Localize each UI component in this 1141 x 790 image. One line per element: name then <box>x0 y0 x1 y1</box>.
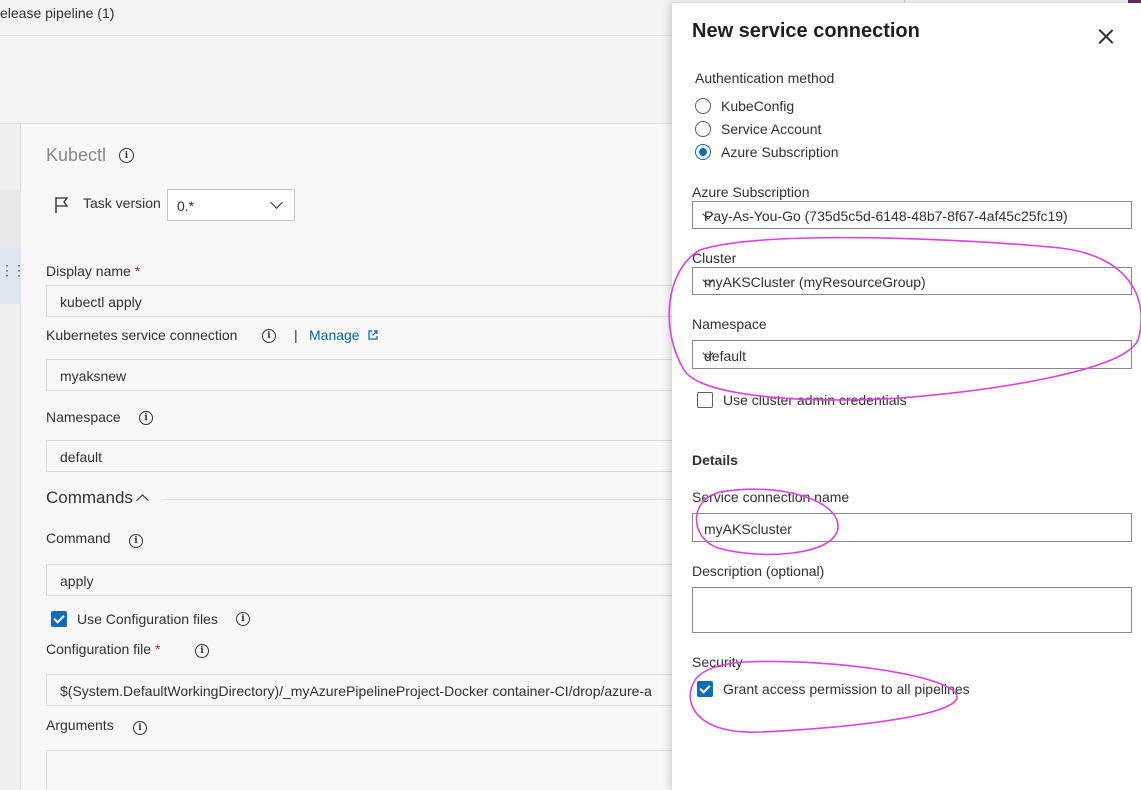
radio-azure-subscription[interactable] <box>695 144 711 160</box>
chevron-down-icon <box>270 196 283 209</box>
task-title: Kubectl <box>46 145 107 165</box>
cluster-value: myAKSCluster (myResourceGroup) <box>704 274 926 290</box>
panel-namespace-label: Namespace <box>692 316 767 332</box>
task-version-label: Task version <box>83 195 161 211</box>
radio-kubeconfig-label[interactable]: KubeConfig <box>721 98 794 114</box>
grant-access-checkbox[interactable] <box>697 681 713 697</box>
divider <box>162 499 682 500</box>
pipeline-header <box>0 36 700 124</box>
separator: | <box>294 327 298 343</box>
radio-service-account-label[interactable]: Service Account <box>721 121 821 137</box>
azure-subscription-select[interactable]: Pay-As-You-Go (735d5c5d-6148-48b7-8f67-4… <box>692 201 1132 229</box>
display-name-input[interactable]: kubectl apply <box>46 285 686 317</box>
arguments-label: Arguments <box>46 717 114 733</box>
radio-kubeconfig[interactable] <box>695 98 711 114</box>
command-label: Command <box>46 530 111 546</box>
breadcrumb[interactable]: elease pipeline (1) <box>0 5 114 21</box>
connection-name-value: myAKScluster <box>704 521 792 537</box>
info-icon[interactable]: i <box>262 329 276 343</box>
close-icon[interactable] <box>1096 26 1116 46</box>
connection-name-input[interactable]: myAKScluster <box>692 513 1132 542</box>
use-config-files-checkbox[interactable] <box>51 611 67 627</box>
namespace-input[interactable]: default <box>46 440 686 472</box>
auth-method-label: Authentication method <box>695 70 835 86</box>
panel-namespace-select[interactable]: default <box>692 340 1132 369</box>
info-icon[interactable]: i <box>133 721 147 735</box>
cluster-select[interactable]: myAKSCluster (myResourceGroup) <box>692 267 1132 295</box>
task-version-select[interactable]: 0.* <box>167 189 295 221</box>
external-link-icon <box>368 330 378 340</box>
config-file-label: Configuration file * <box>46 641 161 657</box>
info-icon[interactable]: i <box>236 612 250 626</box>
display-name-label: Display name * <box>46 263 141 279</box>
breadcrumb-bar: elease pipeline (1) <box>0 0 700 36</box>
cluster-label: Cluster <box>692 250 737 266</box>
manage-link[interactable]: Manage <box>309 327 360 343</box>
connection-name-label: Service connection name <box>692 489 850 505</box>
info-icon[interactable]: i <box>129 534 143 548</box>
flag-icon <box>55 197 69 213</box>
description-label: Description (optional) <box>692 563 825 579</box>
security-label: Security <box>692 654 743 670</box>
info-icon[interactable]: i <box>119 148 134 163</box>
k8s-connection-label: Kubernetes service connection <box>46 327 238 343</box>
use-admin-credentials-checkbox[interactable] <box>697 392 713 408</box>
radio-service-account[interactable] <box>695 121 711 137</box>
use-config-files-label: Use Configuration files <box>77 611 218 627</box>
azure-subscription-label: Azure Subscription <box>692 184 810 200</box>
commands-section-heading[interactable]: Commands <box>46 488 133 508</box>
grant-access-label: Grant access permission to all pipelines <box>723 681 970 697</box>
k8s-connection-select[interactable]: myaksnew <box>46 359 686 391</box>
description-textarea[interactable] <box>692 587 1132 633</box>
panel-title: New service connection <box>692 20 920 42</box>
azure-subscription-value: Pay-As-You-Go (735d5c5d-6148-48b7-8f67-4… <box>704 208 1068 224</box>
namespace-label: Namespace <box>46 409 121 425</box>
arguments-input[interactable] <box>46 750 686 790</box>
info-icon[interactable]: i <box>195 644 209 658</box>
info-icon[interactable]: i <box>139 411 153 425</box>
radio-azure-subscription-label[interactable]: Azure Subscription <box>721 144 839 160</box>
task-version-value: 0.* <box>177 198 195 214</box>
config-file-input[interactable]: $(System.DefaultWorkingDirectory)/_myAzu… <box>46 674 686 706</box>
command-select[interactable]: apply <box>46 564 686 596</box>
use-admin-credentials-label: Use cluster admin credentials <box>723 392 907 408</box>
details-heading: Details <box>692 452 738 468</box>
